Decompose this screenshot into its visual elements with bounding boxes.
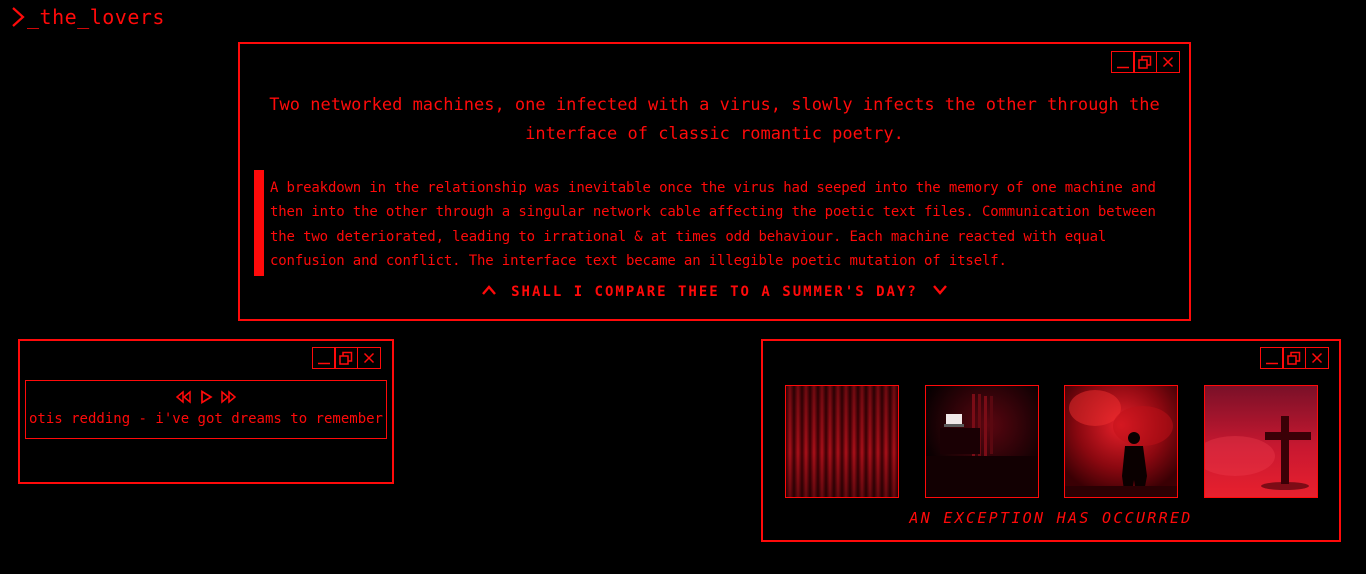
chevron-up-icon xyxy=(482,285,497,295)
site-title[interactable]: _the_lovers xyxy=(11,4,165,30)
restore-icon xyxy=(1138,55,1152,69)
window-controls xyxy=(311,347,381,369)
next-poem-button[interactable] xyxy=(932,284,948,300)
restore-icon xyxy=(339,351,353,365)
gallery-window: AN EXCEPTION HAS OCCURRED xyxy=(761,339,1341,542)
silhouette-red-smoke-image[interactable] xyxy=(1064,385,1178,498)
description-quote: A breakdown in the relationship was inev… xyxy=(254,170,1174,276)
play-button[interactable] xyxy=(199,390,213,404)
minimize-icon xyxy=(1116,66,1129,69)
player-controls xyxy=(26,389,386,405)
track-title: otis redding - i've got dreams to rememb… xyxy=(28,411,383,427)
window-controls xyxy=(1259,347,1329,369)
prompt-chevron-icon xyxy=(11,6,25,28)
dark-room-laptop-image[interactable] xyxy=(925,385,1039,498)
quote-text: A breakdown in the relationship was inev… xyxy=(270,180,1156,269)
main-window: Two networked machines, one infected wit… xyxy=(238,42,1191,321)
fast-forward-icon xyxy=(221,390,237,404)
minimize-button[interactable] xyxy=(1259,347,1284,369)
red-curtain-image[interactable] xyxy=(785,385,899,498)
close-button[interactable] xyxy=(1155,51,1180,73)
rewind-icon xyxy=(175,390,191,404)
play-icon xyxy=(201,390,213,404)
poem-title: SHALL I COMPARE THEE TO A SUMMER'S DAY? xyxy=(511,284,918,300)
quote-bar xyxy=(254,170,264,276)
poem-navigator: SHALL I COMPARE THEE TO A SUMMER'S DAY? xyxy=(240,284,1189,300)
player-window: otis redding - i've got dreams to rememb… xyxy=(18,339,394,484)
close-button[interactable] xyxy=(1304,347,1329,369)
window-controls xyxy=(1110,51,1180,73)
close-icon xyxy=(1162,56,1173,68)
close-icon xyxy=(1311,352,1322,364)
minimize-icon xyxy=(1265,362,1278,365)
restore-button[interactable] xyxy=(334,347,358,369)
fast-forward-button[interactable] xyxy=(219,390,237,404)
close-button[interactable] xyxy=(356,347,381,369)
chevron-down-icon xyxy=(932,285,947,295)
cross-red-light-image[interactable] xyxy=(1204,385,1318,498)
restore-icon xyxy=(1287,351,1301,365)
prev-poem-button[interactable] xyxy=(481,284,497,300)
rewind-button[interactable] xyxy=(175,390,193,404)
restore-button[interactable] xyxy=(1282,347,1306,369)
close-icon xyxy=(363,352,374,364)
minimize-button[interactable] xyxy=(1110,51,1135,73)
description-lead: Two networked machines, one infected wit… xyxy=(269,95,1160,144)
site-title-text: _the_lovers xyxy=(27,5,165,29)
minimize-button[interactable] xyxy=(311,347,336,369)
exception-message: AN EXCEPTION HAS OCCURRED xyxy=(909,509,1193,527)
restore-button[interactable] xyxy=(1133,51,1157,73)
music-player: otis redding - i've got dreams to rememb… xyxy=(25,380,387,439)
minimize-icon xyxy=(317,362,330,365)
